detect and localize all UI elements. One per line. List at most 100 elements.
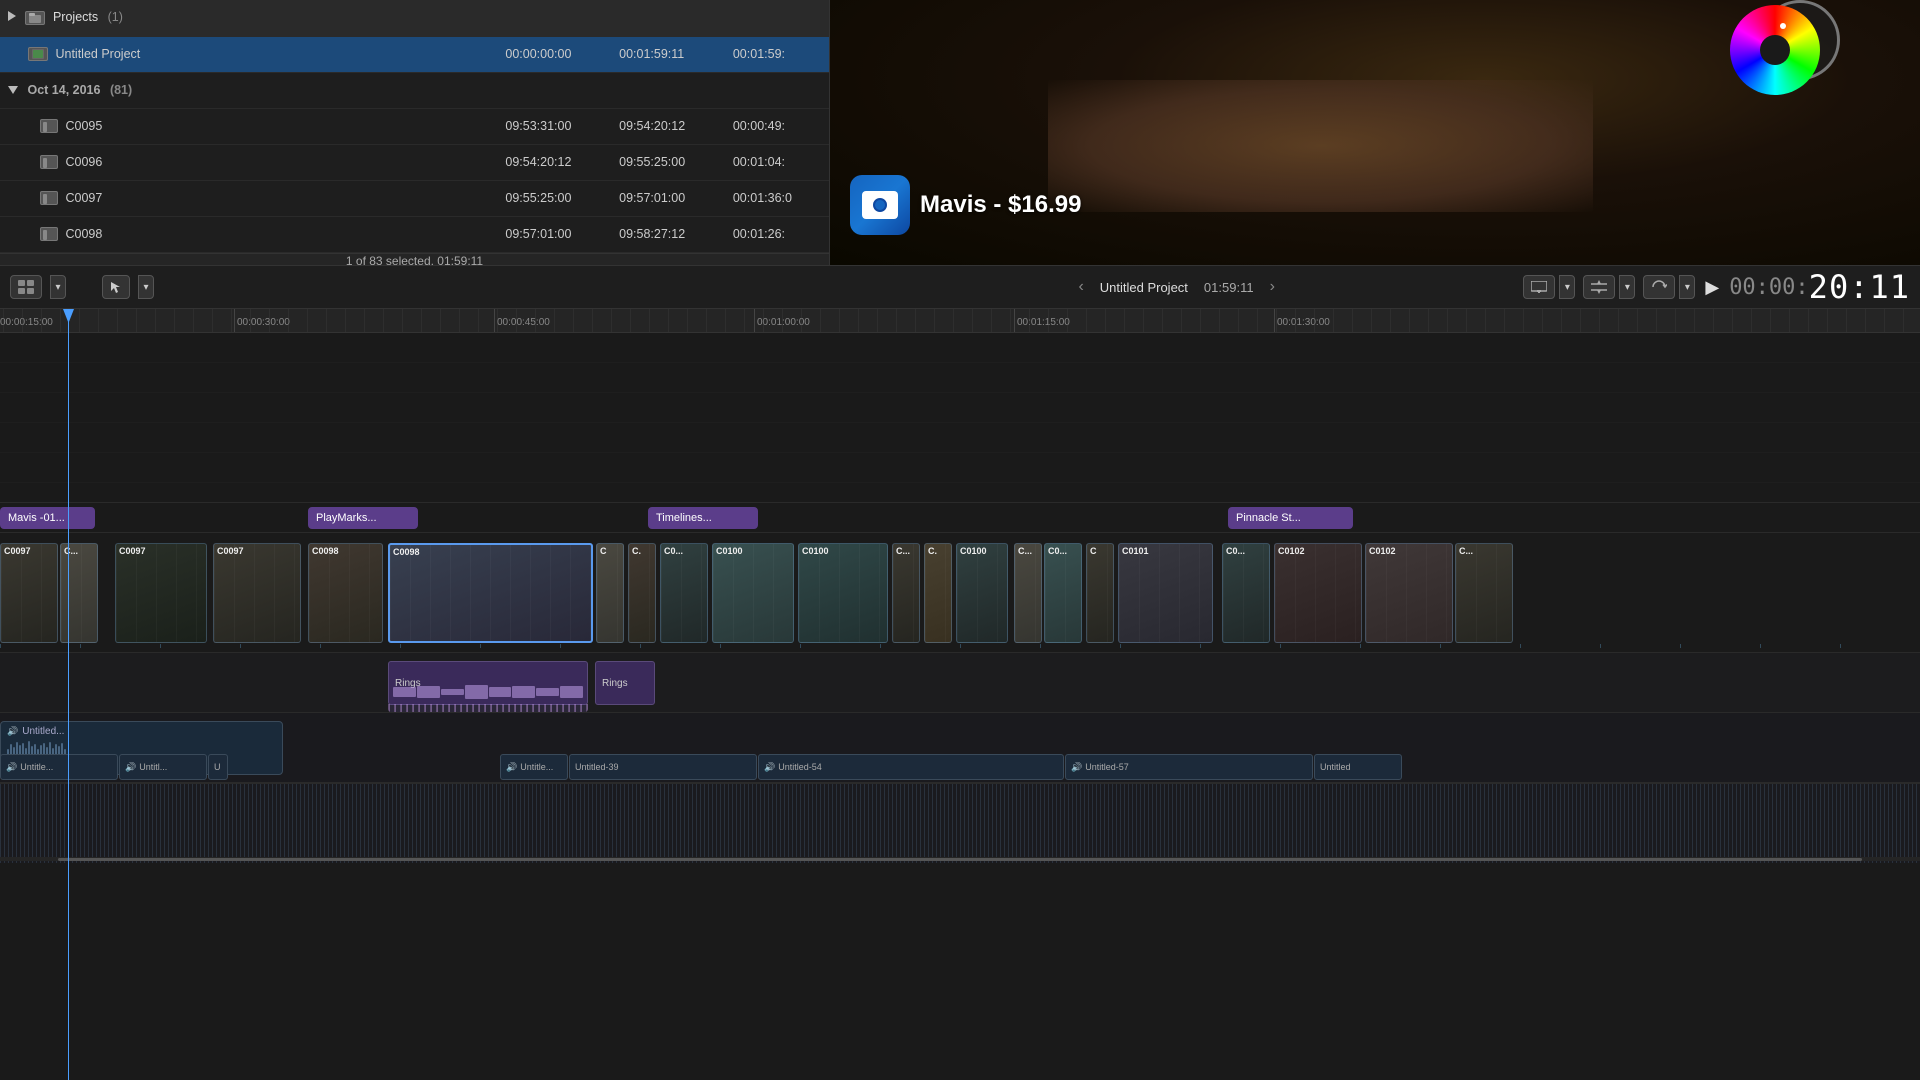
color-wheel[interactable]: [1730, 5, 1820, 95]
title-track: 🔊 Untitled...: [0, 713, 1920, 783]
loop-dropdown[interactable]: ▾: [1679, 275, 1695, 299]
subtitle-u[interactable]: U: [208, 754, 228, 780]
clip-row-c0096[interactable]: C0096 09:54:20:12 09:55:25:00 00:01:04:: [0, 144, 829, 180]
preview-image: Mavis - $16.99: [830, 0, 1920, 265]
clip-end-c0098: 09:58:27:12: [611, 216, 725, 252]
transport-bar: ▾ ▾ ‹ Untitled Project 01:59:11 › ▾: [0, 265, 1920, 309]
view-mode-button[interactable]: [10, 275, 42, 299]
clip-label-c0100-2: C0100: [802, 546, 829, 556]
sub-label-39: Untitled-39: [575, 762, 619, 772]
video-clip-c0101[interactable]: C0101: [1118, 543, 1213, 643]
play-button[interactable]: ▶: [1705, 277, 1719, 298]
clip-dur-c0098: 00:01:26:: [725, 216, 829, 252]
video-clip-c0098-selected[interactable]: C0098: [388, 543, 593, 643]
date-group-collapse-icon[interactable]: [8, 86, 18, 94]
clip-row-c0095[interactable]: C0095 09:53:31:00 09:54:20:12 00:00:49:: [0, 108, 829, 144]
browser-panel: Projects (1) Untitled Proj: [0, 0, 830, 265]
marker-mavis-label: Mavis -01...: [8, 512, 65, 524]
projects-count: (1): [108, 10, 123, 24]
preview-panel: Mavis - $16.99: [830, 0, 1920, 265]
sub-speaker-3: 🔊: [506, 762, 517, 773]
project-file-icon: [28, 47, 48, 61]
audio-clip-rings-2[interactable]: Rings: [595, 661, 655, 705]
video-clip-c0098-1[interactable]: C0098: [308, 543, 383, 643]
clip-grid: [1015, 544, 1041, 642]
clip-label-c-short-3: C: [1090, 546, 1097, 556]
browser-status-bar: 1 of 83 selected, 01:59:11: [0, 253, 829, 266]
subtitle-untitled54[interactable]: 🔊 Untitled-54: [758, 754, 1064, 780]
sub-speaker-54: 🔊: [764, 762, 775, 773]
clip-label-c-dot-2: C.: [928, 546, 937, 556]
clip-start-c0096: 09:54:20:12: [497, 144, 611, 180]
clip-grid: [713, 544, 793, 642]
video-clip-c0102-1[interactable]: C0102: [1274, 543, 1362, 643]
video-clip-c0100-3[interactable]: C0100: [956, 543, 1008, 643]
clip-label-c0098-1: C0098: [312, 546, 339, 556]
ruler-tick-2: 00:00:45:00: [497, 309, 550, 332]
ruler-line-5: [1274, 309, 1275, 332]
marker-timelines[interactable]: Timelines...: [648, 507, 758, 529]
audio-clip-rings-1[interactable]: Rings: [388, 661, 588, 705]
subtitle-untitle-3[interactable]: 🔊 Untitle...: [500, 754, 568, 780]
video-clip-c0-dots-3[interactable]: C0...: [1222, 543, 1270, 643]
sub-label-3: Untitle...: [520, 762, 553, 772]
clip-label-c0-dots-3: C0...: [1226, 546, 1245, 556]
untitled-project-label: Untitled Project: [55, 47, 140, 61]
trim-dropdown[interactable]: ▾: [1619, 275, 1635, 299]
video-clip-c-dot-2[interactable]: C.: [924, 543, 952, 643]
view-dropdown-button[interactable]: ▾: [50, 275, 66, 299]
video-clip-c0097-1[interactable]: C0097: [0, 543, 58, 643]
video-clip-c-short-1[interactable]: C...: [60, 543, 98, 643]
video-clip-c0102-2[interactable]: C0102: [1365, 543, 1453, 643]
bottom-scrollbar[interactable]: [0, 857, 1920, 861]
video-clip-c-dot[interactable]: C.: [628, 543, 656, 643]
ruler-tick-0: 00:00:15:00: [0, 309, 53, 332]
select-tool-button[interactable]: [102, 275, 130, 299]
video-clip-c0097-3[interactable]: C0097: [213, 543, 301, 643]
subtitle-untitle-1[interactable]: 🔊 Untitle...: [0, 754, 118, 780]
clip-grid: [957, 544, 1007, 642]
video-clip-c-short-2[interactable]: C: [596, 543, 624, 643]
subtitle-row: 🔊 Untitle... 🔊 Untitl... U 🔊 Untitle... …: [0, 752, 1920, 782]
clip-row-c0097[interactable]: C0097 09:55:25:00 09:57:01:00 00:01:36:0: [0, 180, 829, 216]
prev-arrow[interactable]: ‹: [1078, 278, 1083, 296]
video-clip-c0-dots-2[interactable]: C0...: [1044, 543, 1082, 643]
video-clip-c-dots-3[interactable]: C...: [1455, 543, 1513, 643]
clip-label-c-short-1: C...: [64, 546, 78, 556]
clip-grid: [116, 544, 206, 642]
col-dur: [725, 0, 829, 36]
projects-row[interactable]: Projects (1): [0, 0, 829, 36]
marker-pinnacle[interactable]: Pinnacle St...: [1228, 507, 1353, 529]
video-clip-c0-dots[interactable]: C0...: [660, 543, 708, 643]
video-clip-c0100-1[interactable]: C0100: [712, 543, 794, 643]
subtitle-untitle-2[interactable]: 🔊 Untitl...: [119, 754, 207, 780]
projects-collapse-icon[interactable]: [8, 11, 16, 21]
clip-grid: [629, 544, 655, 642]
video-clip-c0100-2[interactable]: C0100: [798, 543, 888, 643]
clip-row-c0098[interactable]: C0098 09:57:01:00 09:58:27:12 00:01:26:: [0, 216, 829, 252]
date-group-row[interactable]: Oct 14, 2016 (81): [0, 72, 829, 108]
timeline-duration: 01:59:11: [1204, 280, 1254, 295]
untitled-project-row[interactable]: Untitled Project 00:00:00:00 00:01:59:11…: [0, 36, 829, 72]
subtitle-untitled57[interactable]: 🔊 Untitled-57: [1065, 754, 1313, 780]
monitor-view-button[interactable]: [1523, 275, 1555, 299]
date-group-label: Oct 14, 2016: [27, 83, 100, 97]
select-tool-dropdown[interactable]: ▾: [138, 275, 154, 299]
clip-icon-c0097: [40, 191, 58, 205]
video-clip-c-dots-2[interactable]: C...: [1014, 543, 1042, 643]
trim-tool-button[interactable]: [1583, 275, 1615, 299]
title-clip-label-main: Untitled...: [22, 726, 64, 737]
video-clip-c-dots-1[interactable]: C...: [892, 543, 920, 643]
video-clip-c0097-2[interactable]: C0097: [115, 543, 207, 643]
video-clip-c-short-3[interactable]: C: [1086, 543, 1114, 643]
subtitle-untitled-end[interactable]: Untitled: [1314, 754, 1402, 780]
bottom-scrollbar-thumb[interactable]: [58, 858, 1863, 861]
next-arrow[interactable]: ›: [1270, 278, 1275, 296]
subtitle-untitled39[interactable]: Untitled-39: [569, 754, 757, 780]
monitor-view-dropdown[interactable]: ▾: [1559, 275, 1575, 299]
loop-button[interactable]: [1643, 275, 1675, 299]
marker-playmarks[interactable]: PlayMarks...: [308, 507, 418, 529]
clip-grid: [390, 545, 591, 641]
marker-mavis[interactable]: Mavis -01...: [0, 507, 95, 529]
rings-waveform-detail: [388, 704, 588, 712]
